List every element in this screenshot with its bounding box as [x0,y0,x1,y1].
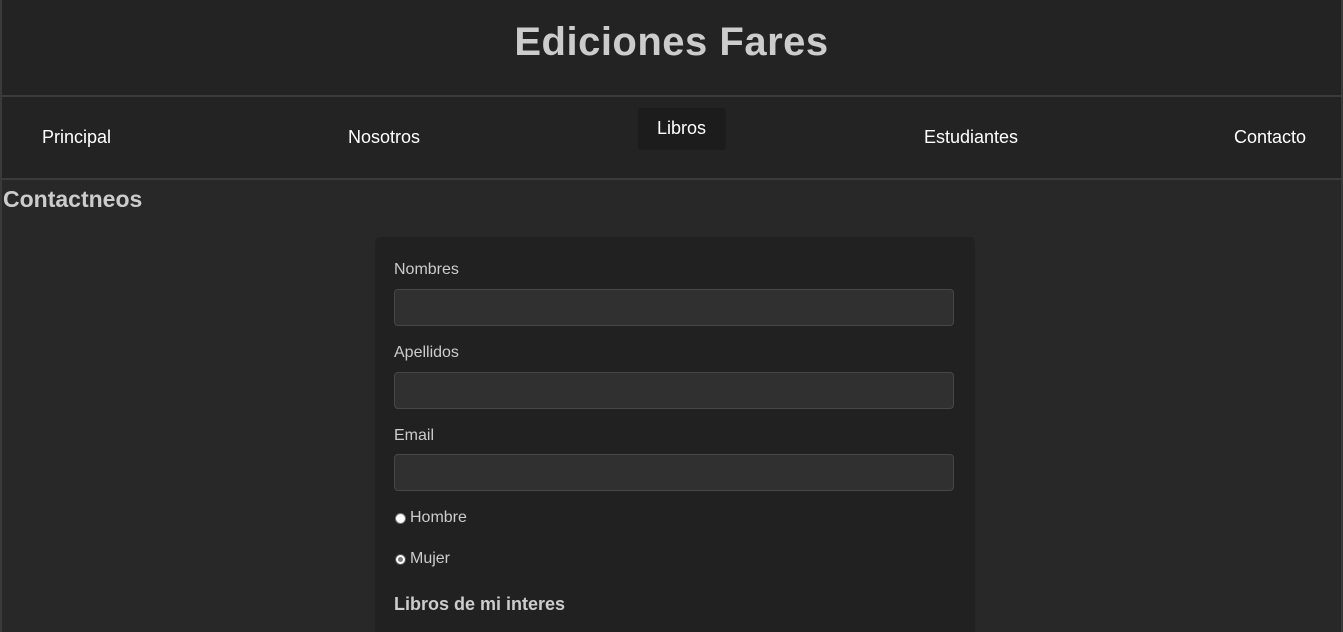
nav-item-libros[interactable]: Libros [638,108,727,150]
nav-item-contacto[interactable]: Contacto [1234,127,1306,148]
gender-option-mujer[interactable]: Mujer [395,550,450,568]
hombre-radio[interactable] [395,512,406,524]
contact-form: Nombres Apellidos Email Hombre Mujer Lib… [375,237,975,632]
nombres-input[interactable] [394,289,954,326]
nav-item-principal[interactable]: Principal [42,127,111,148]
section-title: Contactneos [3,186,143,212]
main-nav: Principal Nosotros Libros Estudiantes Co… [2,97,1341,180]
nav-item-nosotros[interactable]: Nosotros [348,127,420,148]
mujer-label: Mujer [410,550,451,567]
nav-item-estudiantes[interactable]: Estudiantes [924,127,1018,148]
page: Ediciones Fares Principal Nosotros Libro… [0,0,1343,632]
apellidos-label: Apellidos [394,344,459,361]
nombres-label: Nombres [394,261,459,278]
gender-option-hombre[interactable]: Hombre [395,509,467,527]
hombre-label: Hombre [410,509,467,526]
site-title: Ediciones Fares [514,20,829,64]
mujer-radio[interactable] [395,553,406,565]
email-label: Email [394,427,435,444]
email-input[interactable] [394,454,954,491]
books-interest-heading: Libros de mi interes [394,594,566,614]
apellidos-input[interactable] [394,372,954,409]
site-header: Ediciones Fares [2,0,1341,97]
